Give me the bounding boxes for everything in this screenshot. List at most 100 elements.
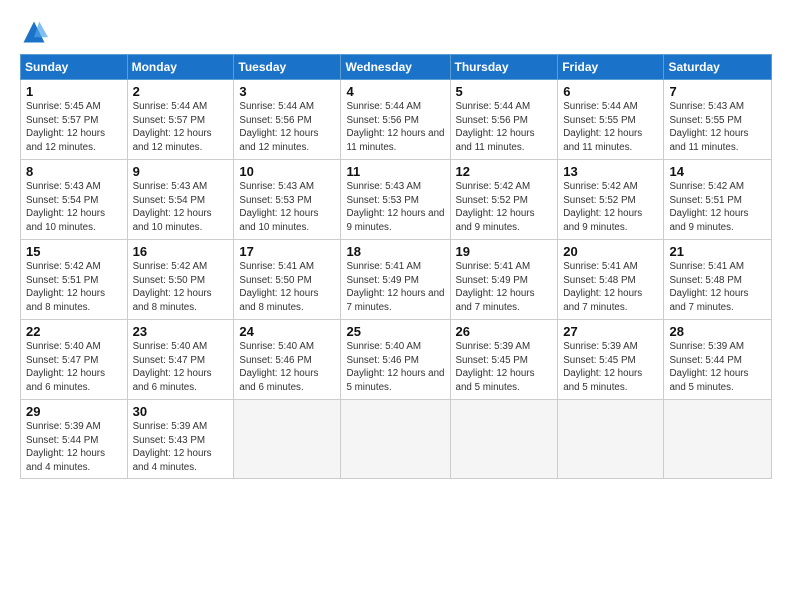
column-header-friday: Friday [558, 55, 664, 80]
day-number: 20 [563, 244, 658, 259]
day-info: Sunrise: 5:42 AMSunset: 5:51 PMDaylight:… [26, 261, 105, 313]
empty-cell [558, 400, 664, 479]
day-info: Sunrise: 5:43 AMSunset: 5:55 PMDaylight:… [669, 101, 748, 153]
day-number: 30 [133, 404, 229, 419]
day-cell-10: 10Sunrise: 5:43 AMSunset: 5:53 PMDayligh… [234, 160, 341, 240]
calendar-week-3: 22 Sunrise: 5:40 AMSunset: 5:47 PMDayligh… [21, 320, 772, 400]
day-number: 3 [239, 84, 335, 99]
day-info: Sunrise: 5:39 AMSunset: 5:45 PMDaylight:… [563, 341, 642, 393]
day-cell-3: 3 Sunrise: 5:44 AMSunset: 5:56 PMDaylight… [234, 80, 341, 160]
day-number: 8 [26, 164, 122, 179]
day-cell-14: 14Sunrise: 5:42 AMSunset: 5:51 PMDayligh… [664, 160, 772, 240]
day-number: 26 [456, 324, 553, 339]
day-number: 5 [456, 84, 553, 99]
day-info: Sunrise: 5:40 AMSunset: 5:46 PMDaylight:… [346, 341, 444, 393]
day-cell-25: 25 Sunrise: 5:40 AMSunset: 5:46 PMDayligh… [341, 320, 450, 400]
day-info: Sunrise: 5:41 AMSunset: 5:49 PMDaylight:… [346, 261, 444, 313]
day-number: 7 [669, 84, 766, 99]
day-cell-30: 30Sunrise: 5:39 AMSunset: 5:43 PMDayligh… [127, 400, 234, 479]
column-header-thursday: Thursday [450, 55, 558, 80]
calendar-table: SundayMondayTuesdayWednesdayThursdayFrid… [20, 54, 772, 479]
day-info: Sunrise: 5:44 AMSunset: 5:57 PMDaylight:… [133, 101, 212, 153]
day-info: Sunrise: 5:43 AMSunset: 5:54 PMDaylight:… [26, 181, 105, 233]
day-info: Sunrise: 5:43 AMSunset: 5:53 PMDaylight:… [239, 181, 318, 233]
day-number: 15 [26, 244, 122, 259]
day-info: Sunrise: 5:44 AMSunset: 5:56 PMDaylight:… [346, 101, 444, 153]
day-cell-11: 11 Sunrise: 5:43 AMSunset: 5:53 PMDayligh… [341, 160, 450, 240]
day-cell-2: 2 Sunrise: 5:44 AMSunset: 5:57 PMDaylight… [127, 80, 234, 160]
day-number: 14 [669, 164, 766, 179]
day-cell-22: 22 Sunrise: 5:40 AMSunset: 5:47 PMDayligh… [21, 320, 128, 400]
day-number: 16 [133, 244, 229, 259]
day-cell-21: 21 Sunrise: 5:41 AMSunset: 5:48 PMDayligh… [664, 240, 772, 320]
day-cell-8: 8 Sunrise: 5:43 AMSunset: 5:54 PMDaylight… [21, 160, 128, 240]
day-info: Sunrise: 5:40 AMSunset: 5:47 PMDaylight:… [26, 341, 105, 393]
empty-cell [450, 400, 558, 479]
header [20, 18, 772, 46]
day-info: Sunrise: 5:42 AMSunset: 5:52 PMDaylight:… [456, 181, 535, 233]
calendar-body: 1 Sunrise: 5:45 AMSunset: 5:57 PMDaylight… [21, 80, 772, 479]
day-info: Sunrise: 5:40 AMSunset: 5:46 PMDaylight:… [239, 341, 318, 393]
day-cell-20: 20 Sunrise: 5:41 AMSunset: 5:48 PMDayligh… [558, 240, 664, 320]
day-number: 18 [346, 244, 444, 259]
day-info: Sunrise: 5:44 AMSunset: 5:56 PMDaylight:… [456, 101, 535, 153]
day-number: 1 [26, 84, 122, 99]
day-info: Sunrise: 5:41 AMSunset: 5:49 PMDaylight:… [456, 261, 535, 313]
column-header-sunday: Sunday [21, 55, 128, 80]
day-cell-15: 15 Sunrise: 5:42 AMSunset: 5:51 PMDayligh… [21, 240, 128, 320]
day-cell-19: 19 Sunrise: 5:41 AMSunset: 5:49 PMDayligh… [450, 240, 558, 320]
day-info: Sunrise: 5:39 AMSunset: 5:44 PMDaylight:… [669, 341, 748, 393]
day-info: Sunrise: 5:42 AMSunset: 5:52 PMDaylight:… [563, 181, 642, 233]
day-cell-9: 9Sunrise: 5:43 AMSunset: 5:54 PMDaylight… [127, 160, 234, 240]
day-cell-23: 23Sunrise: 5:40 AMSunset: 5:47 PMDayligh… [127, 320, 234, 400]
day-info: Sunrise: 5:39 AMSunset: 5:44 PMDaylight:… [26, 421, 105, 473]
calendar-week-4: 29Sunrise: 5:39 AMSunset: 5:44 PMDayligh… [21, 400, 772, 479]
day-number: 12 [456, 164, 553, 179]
day-number: 27 [563, 324, 658, 339]
day-info: Sunrise: 5:44 AMSunset: 5:56 PMDaylight:… [239, 101, 318, 153]
day-number: 19 [456, 244, 553, 259]
day-cell-26: 26 Sunrise: 5:39 AMSunset: 5:45 PMDayligh… [450, 320, 558, 400]
calendar-page: SundayMondayTuesdayWednesdayThursdayFrid… [0, 0, 792, 612]
calendar-week-2: 15 Sunrise: 5:42 AMSunset: 5:51 PMDayligh… [21, 240, 772, 320]
calendar-week-1: 8 Sunrise: 5:43 AMSunset: 5:54 PMDaylight… [21, 160, 772, 240]
day-number: 22 [26, 324, 122, 339]
day-number: 21 [669, 244, 766, 259]
day-cell-18: 18 Sunrise: 5:41 AMSunset: 5:49 PMDayligh… [341, 240, 450, 320]
day-info: Sunrise: 5:40 AMSunset: 5:47 PMDaylight:… [133, 341, 212, 393]
column-header-wednesday: Wednesday [341, 55, 450, 80]
empty-cell [664, 400, 772, 479]
day-cell-6: 6Sunrise: 5:44 AMSunset: 5:55 PMDaylight… [558, 80, 664, 160]
empty-cell [234, 400, 341, 479]
column-header-saturday: Saturday [664, 55, 772, 80]
day-info: Sunrise: 5:41 AMSunset: 5:48 PMDaylight:… [563, 261, 642, 313]
day-cell-7: 7 Sunrise: 5:43 AMSunset: 5:55 PMDaylight… [664, 80, 772, 160]
logo [20, 18, 52, 46]
day-cell-16: 16 Sunrise: 5:42 AMSunset: 5:50 PMDayligh… [127, 240, 234, 320]
day-number: 2 [133, 84, 229, 99]
day-number: 17 [239, 244, 335, 259]
day-number: 13 [563, 164, 658, 179]
day-number: 24 [239, 324, 335, 339]
day-number: 11 [346, 164, 444, 179]
day-info: Sunrise: 5:45 AMSunset: 5:57 PMDaylight:… [26, 101, 105, 153]
day-info: Sunrise: 5:42 AMSunset: 5:50 PMDaylight:… [133, 261, 212, 313]
day-cell-17: 17 Sunrise: 5:41 AMSunset: 5:50 PMDayligh… [234, 240, 341, 320]
calendar-header-row: SundayMondayTuesdayWednesdayThursdayFrid… [21, 55, 772, 80]
day-cell-28: 28 Sunrise: 5:39 AMSunset: 5:44 PMDayligh… [664, 320, 772, 400]
logo-icon [20, 18, 48, 46]
day-number: 25 [346, 324, 444, 339]
day-cell-27: 27 Sunrise: 5:39 AMSunset: 5:45 PMDayligh… [558, 320, 664, 400]
day-cell-24: 24 Sunrise: 5:40 AMSunset: 5:46 PMDayligh… [234, 320, 341, 400]
day-info: Sunrise: 5:41 AMSunset: 5:48 PMDaylight:… [669, 261, 748, 313]
day-number: 28 [669, 324, 766, 339]
calendar-week-0: 1 Sunrise: 5:45 AMSunset: 5:57 PMDaylight… [21, 80, 772, 160]
day-info: Sunrise: 5:43 AMSunset: 5:53 PMDaylight:… [346, 181, 444, 233]
day-info: Sunrise: 5:39 AMSunset: 5:45 PMDaylight:… [456, 341, 535, 393]
day-number: 4 [346, 84, 444, 99]
day-cell-5: 5 Sunrise: 5:44 AMSunset: 5:56 PMDaylight… [450, 80, 558, 160]
day-info: Sunrise: 5:41 AMSunset: 5:50 PMDaylight:… [239, 261, 318, 313]
day-cell-13: 13 Sunrise: 5:42 AMSunset: 5:52 PMDayligh… [558, 160, 664, 240]
day-info: Sunrise: 5:44 AMSunset: 5:55 PMDaylight:… [563, 101, 642, 153]
day-cell-29: 29Sunrise: 5:39 AMSunset: 5:44 PMDayligh… [21, 400, 128, 479]
